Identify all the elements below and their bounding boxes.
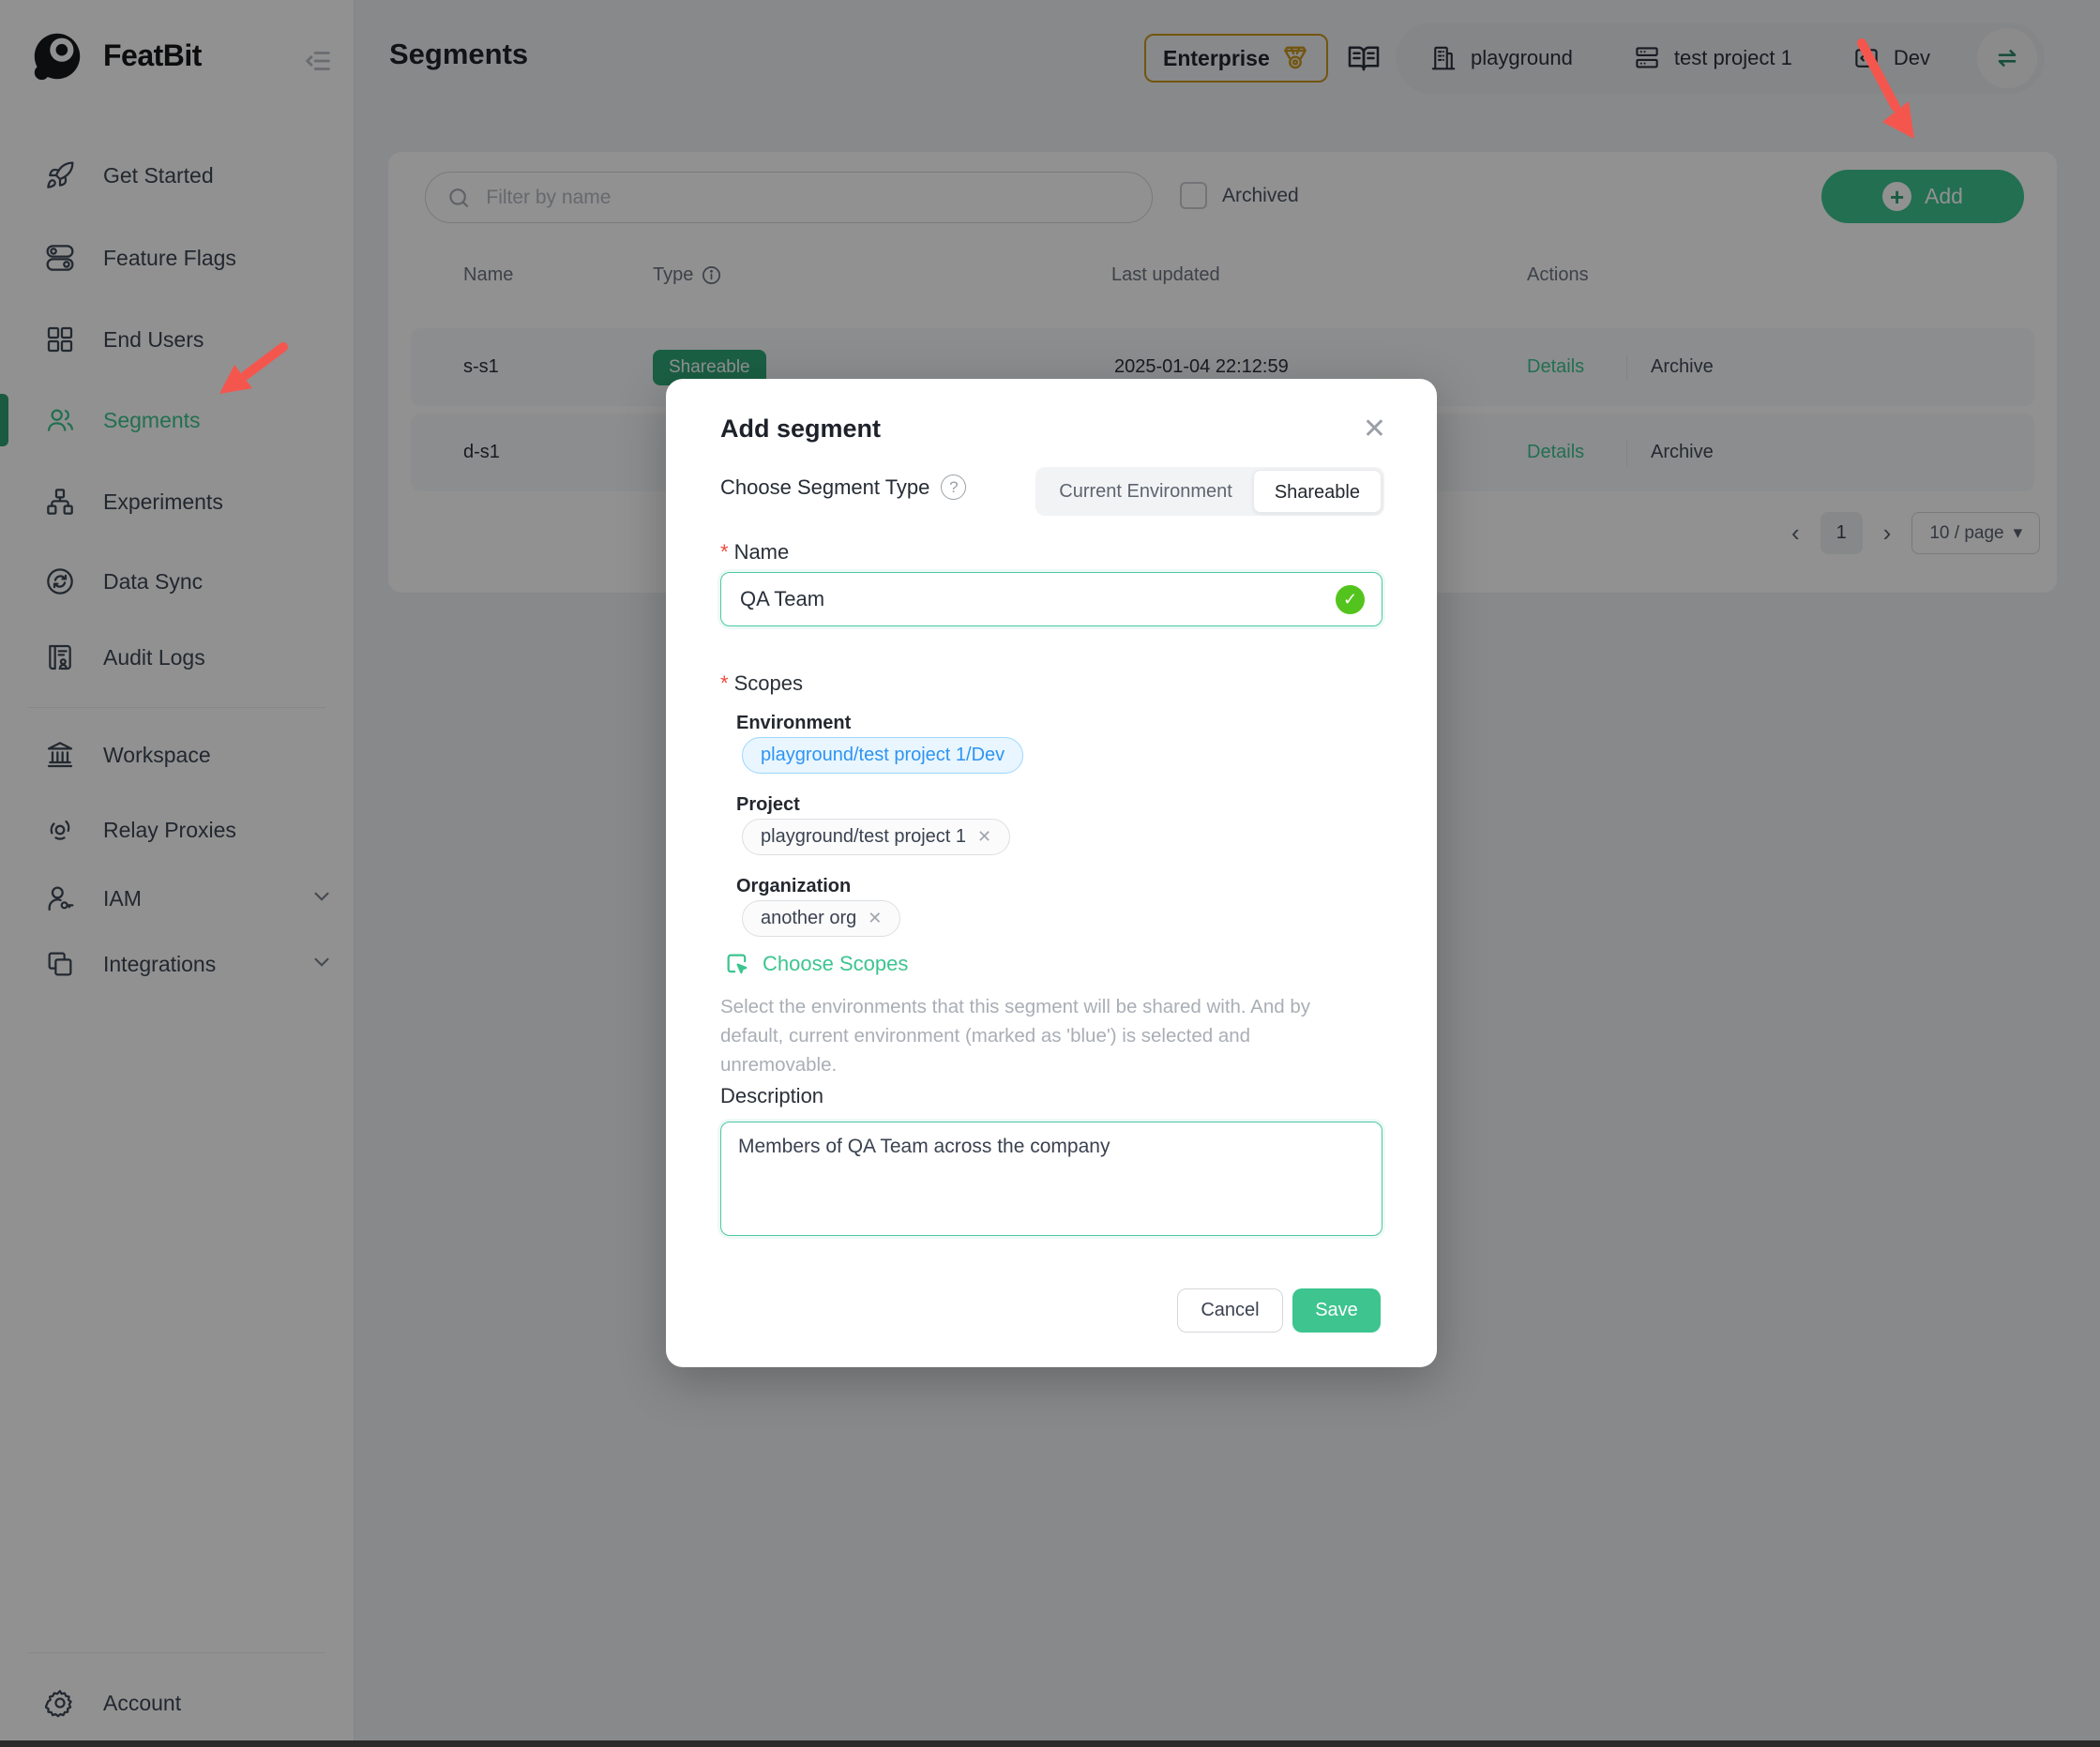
name-field: ✓: [720, 572, 1382, 626]
organization-scope-chip: another org ✕: [742, 900, 900, 937]
add-segment-modal: Add segment ✕ Choose Segment Type ? Curr…: [666, 379, 1437, 1367]
organization-chip-text: another org: [761, 908, 856, 929]
segment-type-toggle: Current Environment Shareable: [1035, 467, 1384, 516]
scopes-field-label: *Scopes: [720, 671, 803, 696]
project-chip-text: playground/test project 1: [761, 826, 966, 848]
box-select-cursor-icon: [724, 951, 750, 977]
type-option-shareable[interactable]: Shareable: [1253, 470, 1382, 513]
segment-type-label-text: Choose Segment Type: [720, 475, 929, 500]
organization-scope-label: Organization: [736, 876, 851, 897]
save-button[interactable]: Save: [1292, 1288, 1381, 1333]
name-field-label: *Name: [720, 540, 789, 565]
environment-scope-chip: playground/test project 1/Dev: [742, 737, 1023, 774]
environment-scope-label: Environment: [736, 713, 851, 734]
featbit-app: FeatBit Get Started Feature Flags End Us…: [0, 0, 2100, 1747]
choose-scopes-label: Choose Scopes: [763, 952, 908, 976]
project-scope-label: Project: [736, 794, 800, 816]
close-icon[interactable]: ✕: [1363, 413, 1386, 445]
remove-chip-icon[interactable]: ✕: [868, 909, 882, 928]
choose-scopes-link[interactable]: Choose Scopes: [724, 951, 908, 977]
environment-chip-text: playground/test project 1/Dev: [761, 745, 1005, 766]
required-marker: *: [720, 671, 729, 695]
annotation-arrow-add: [1834, 36, 1946, 158]
modal-title: Add segment: [720, 414, 881, 444]
segment-type-label: Choose Segment Type ?: [720, 474, 966, 500]
name-input[interactable]: [721, 587, 1382, 611]
name-label-text: Name: [734, 540, 790, 564]
description-textarea[interactable]: Members of QA Team across the company: [720, 1122, 1382, 1236]
cancel-button[interactable]: Cancel: [1177, 1288, 1283, 1333]
annotation-arrow-segments: [197, 339, 300, 414]
project-scope-chip: playground/test project 1 ✕: [742, 819, 1010, 855]
type-option-current-environment[interactable]: Current Environment: [1038, 470, 1253, 513]
scopes-label-text: Scopes: [734, 671, 803, 695]
required-marker: *: [720, 540, 729, 564]
help-icon[interactable]: ?: [941, 474, 966, 500]
description-field-label: Description: [720, 1084, 823, 1108]
scopes-helper-text: Select the environments that this segmen…: [720, 992, 1339, 1079]
remove-chip-icon[interactable]: ✕: [977, 827, 991, 847]
valid-check-icon: ✓: [1336, 585, 1365, 614]
